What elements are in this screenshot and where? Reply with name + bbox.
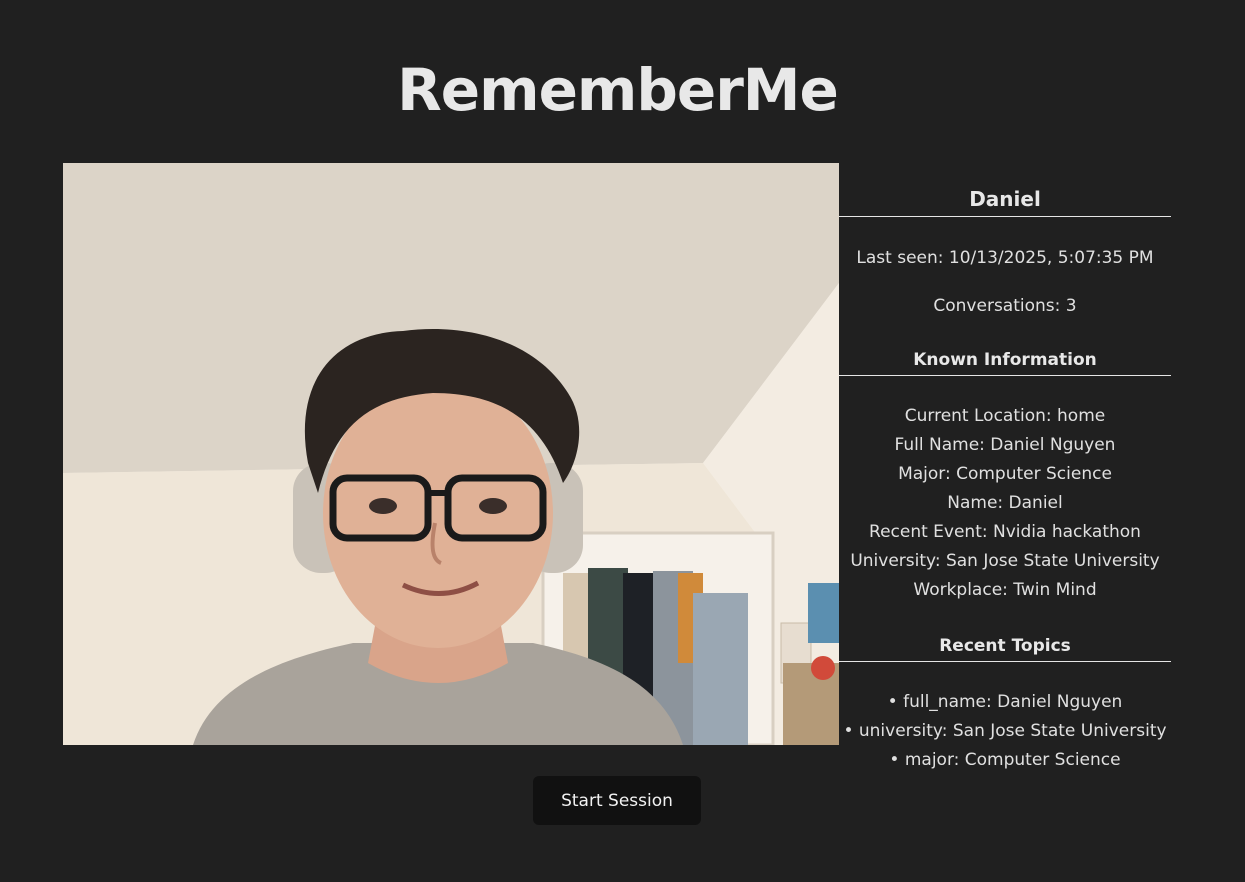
known-info-item: Major: Computer Science [898, 464, 1112, 484]
recent-topics-list: • full_name: Daniel Nguyen • university:… [839, 688, 1171, 775]
known-info-item: Name: Daniel [947, 493, 1063, 513]
known-info-item: Current Location: home [904, 406, 1106, 426]
known-info-item: University: San Jose State University [850, 551, 1160, 571]
conversations-count: Conversations: 3 [933, 296, 1077, 316]
webcam-video-feed [63, 163, 839, 745]
known-info-item: Recent Event: Nvidia hackathon [869, 522, 1141, 542]
known-info-item: Full Name: Daniel Nguyen [894, 435, 1116, 455]
start-session-button[interactable]: Start Session [533, 776, 701, 825]
known-information-heading: Known Information [839, 349, 1171, 376]
recent-topic-item: • full_name: Daniel Nguyen [887, 692, 1123, 712]
last-seen-text: Last seen: 10/13/2025, 5:07:35 PM [856, 248, 1154, 268]
person-name-heading: Daniel [839, 186, 1171, 217]
known-information-list: Current Location: home Full Name: Daniel… [839, 402, 1171, 605]
recent-topic-item: • major: Computer Science [889, 750, 1121, 770]
known-info-item: Workplace: Twin Mind [913, 580, 1097, 600]
person-info-panel: Daniel Last seen: 10/13/2025, 5:07:35 PM… [839, 186, 1171, 775]
webcam-frame-image [63, 163, 839, 745]
recent-topic-item: • university: San Jose State University [843, 721, 1167, 741]
app-title: RememberMe [397, 56, 839, 124]
recent-topics-heading: Recent Topics [839, 635, 1171, 662]
